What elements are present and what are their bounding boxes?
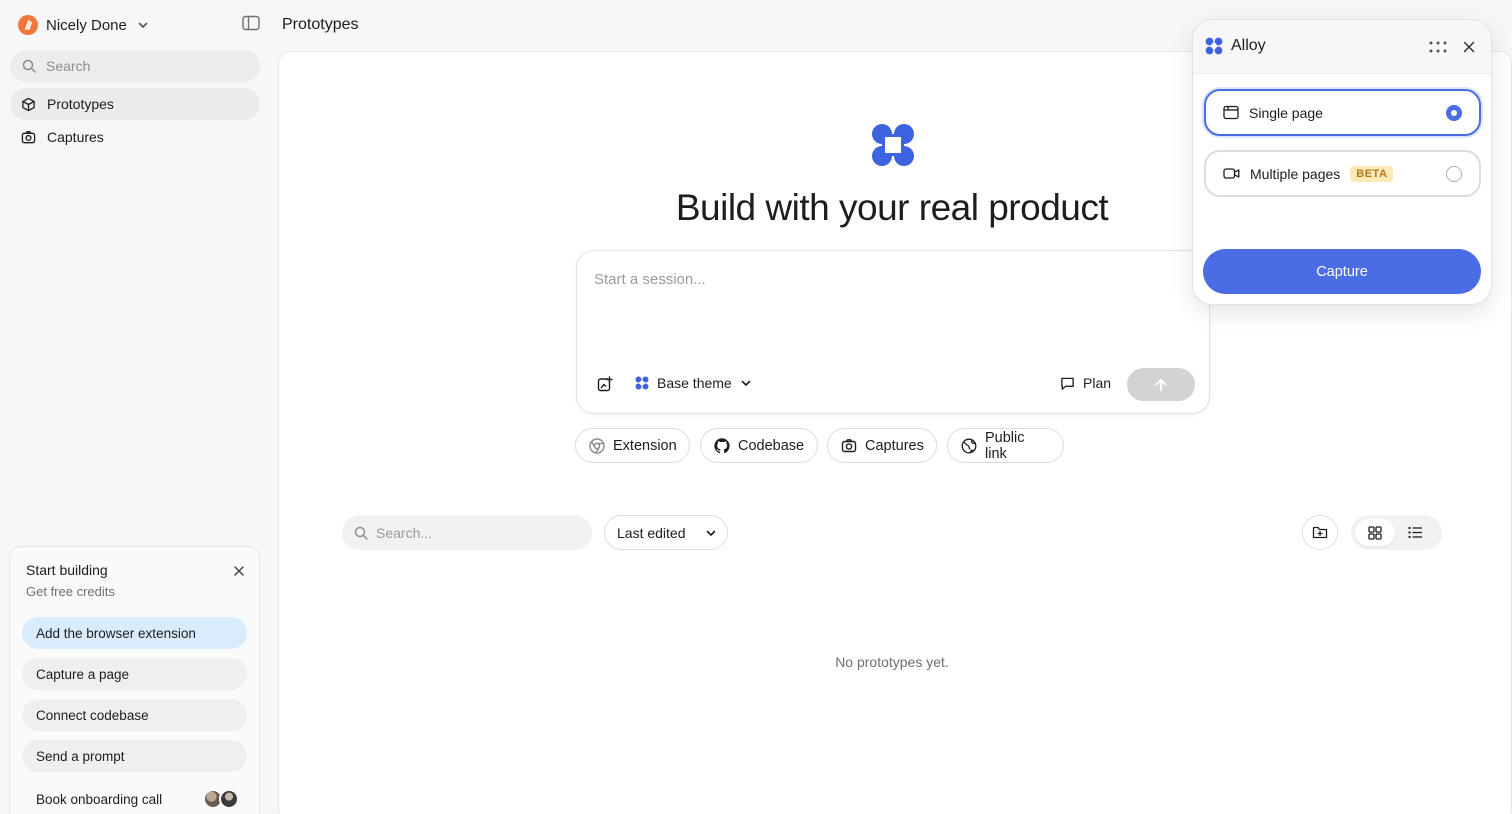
sidebar-search[interactable] [10, 50, 260, 82]
team-avatars [203, 789, 239, 809]
theme-selector[interactable]: Base theme [635, 375, 752, 391]
prototype-search[interactable] [342, 515, 592, 550]
option-label: Multiple pages [1250, 165, 1341, 182]
chrome-icon [589, 437, 605, 454]
send-button[interactable] [1127, 368, 1195, 401]
chevron-down-icon [705, 527, 717, 539]
empty-state-text: No prototypes yet. [835, 654, 949, 670]
video-icon [1223, 167, 1240, 180]
page-title: Prototypes [282, 16, 359, 33]
capture-button[interactable]: Capture [1203, 249, 1481, 294]
session-input[interactable] [594, 271, 1154, 351]
alloy-capture-popup: Alloy Single page Multiple pages BETA Ca… [1192, 19, 1492, 305]
close-icon[interactable] [232, 564, 246, 578]
chip-label: Public link [985, 429, 1025, 462]
drag-handle-icon[interactable] [1429, 41, 1447, 53]
sidebar-search-input[interactable] [46, 58, 236, 74]
cube-icon [21, 97, 36, 112]
new-folder-button[interactable] [1302, 515, 1338, 550]
step-label: Book onboarding call [36, 791, 163, 807]
onboarding-step-extension[interactable]: Add the browser extension [22, 617, 247, 649]
workspace-name: Nicely Done [46, 16, 127, 34]
theme-label: Base theme [657, 375, 732, 391]
alloy-logo-icon [1205, 37, 1223, 55]
grid-view-button[interactable] [1355, 519, 1395, 546]
browser-window-icon [1223, 105, 1239, 120]
globe-icon [961, 438, 977, 454]
step-label: Capture a page [36, 666, 130, 682]
prototype-search-input[interactable] [376, 524, 576, 541]
sidebar-toggle-icon[interactable] [242, 15, 262, 35]
sidebar-item-label: Prototypes [47, 96, 114, 112]
beta-badge: BETA [1350, 165, 1394, 182]
view-toggle [1351, 515, 1442, 550]
sidebar-item-captures[interactable]: Captures [10, 121, 260, 153]
alloy-logo-icon [871, 123, 915, 167]
onboarding-step-call[interactable]: Book onboarding call [22, 783, 247, 814]
search-icon [22, 59, 36, 73]
public-link-chip[interactable]: Public link [947, 428, 1064, 463]
radio-selected[interactable] [1446, 105, 1462, 121]
popup-header: Alloy [1205, 37, 1266, 55]
sort-value: Last edited [617, 524, 686, 541]
camera-icon [21, 130, 36, 145]
extension-chip[interactable]: Extension [575, 428, 690, 463]
sort-dropdown[interactable]: Last edited [604, 515, 728, 550]
step-label: Add the browser extension [36, 625, 196, 641]
chip-label: Codebase [738, 437, 805, 454]
onboarding-title: Start building [26, 562, 108, 578]
onboarding-step-codebase[interactable]: Connect codebase [22, 699, 247, 731]
avatar [219, 789, 239, 809]
attach-image-icon[interactable] [597, 376, 615, 394]
chevron-down-icon [137, 19, 149, 31]
sidebar: Nicely Done Prototypes Captures Start bu… [0, 0, 270, 814]
camera-icon [841, 438, 857, 454]
multiple-pages-option[interactable]: Multiple pages BETA [1204, 150, 1481, 197]
codebase-chip[interactable]: Codebase [700, 428, 818, 463]
arrow-up-icon [1154, 378, 1168, 392]
chip-label: Captures [865, 437, 924, 454]
session-composer: Base theme Plan [576, 250, 1210, 414]
plan-button[interactable]: Plan [1060, 375, 1111, 391]
github-icon [714, 437, 730, 454]
grid-icon [1368, 525, 1382, 540]
workspace-switcher[interactable]: Nicely Done [18, 14, 149, 36]
onboarding-step-capture[interactable]: Capture a page [22, 658, 247, 690]
onboarding-subtitle: Get free credits [26, 584, 115, 599]
step-label: Send a prompt [36, 748, 125, 764]
workspace-logo-icon [18, 15, 38, 35]
chip-label: Extension [613, 437, 677, 454]
radio-unselected[interactable] [1446, 166, 1462, 182]
sidebar-item-label: Captures [47, 129, 104, 145]
onboarding-step-prompt[interactable]: Send a prompt [22, 740, 247, 772]
popup-title: Alloy [1231, 37, 1266, 54]
onboarding-card: Start building Get free credits Add the … [9, 546, 260, 814]
close-icon[interactable] [1463, 41, 1475, 53]
captures-chip[interactable]: Captures [827, 428, 937, 463]
step-label: Connect codebase [36, 707, 149, 723]
folder-plus-icon [1312, 525, 1328, 540]
list-icon [1407, 526, 1423, 539]
popup-body: Single page Multiple pages BETA Capture [1193, 73, 1491, 304]
list-view-button[interactable] [1395, 519, 1435, 546]
chevron-down-icon [740, 377, 752, 389]
sidebar-item-prototypes[interactable]: Prototypes [10, 88, 260, 120]
plan-label: Plan [1083, 375, 1112, 391]
single-page-option[interactable]: Single page [1204, 89, 1481, 136]
alloy-logo-icon [635, 376, 649, 390]
chat-bubble-icon [1060, 376, 1075, 391]
search-icon [354, 526, 368, 540]
option-label: Single page [1249, 104, 1323, 121]
